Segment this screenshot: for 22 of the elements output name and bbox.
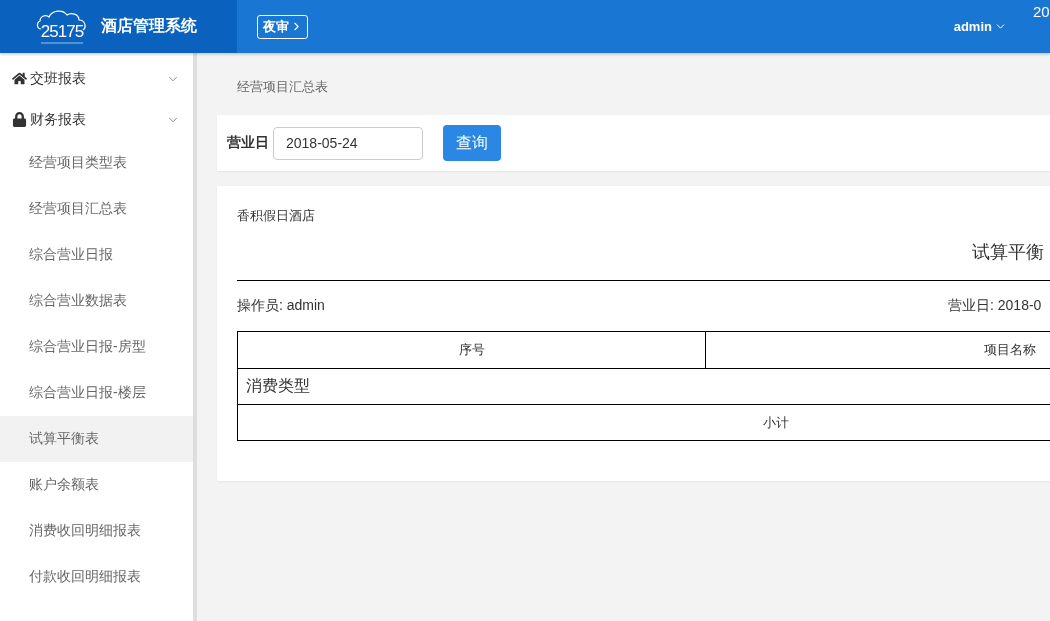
operator-text: 操作员: admin	[237, 297, 325, 315]
logo: 25175	[35, 8, 89, 45]
lock-icon	[12, 112, 27, 127]
date-field[interactable]: 2018-05-24	[273, 126, 423, 160]
business-date-text: 营业日: 2018-0	[948, 297, 1042, 315]
column-header: 项目名称	[705, 331, 1050, 369]
group-row-cell: 消费类型	[237, 368, 1050, 405]
column-header: 序号	[237, 331, 706, 369]
header-text: 20	[1033, 3, 1050, 20]
report-title: 试算平衡	[972, 242, 1044, 262]
subtotal-cell: 小计	[237, 404, 1050, 441]
user-menu[interactable]: admin	[953, 19, 1007, 34]
app-title: 酒店管理系统	[101, 16, 197, 36]
query-button[interactable]: 查询	[443, 125, 501, 161]
hotel-name: 香积假日酒店	[237, 208, 315, 224]
menu-group[interactable]: 财务报表	[0, 99, 193, 140]
date-label: 营业日	[227, 134, 269, 152]
menu-group[interactable]: 交班报表	[0, 58, 193, 99]
home-icon	[12, 71, 27, 86]
breadcrumb: 经营项目汇总表	[237, 79, 328, 95]
menu-item[interactable]: 试算平衡表	[0, 416, 193, 462]
night-audit-button[interactable]: 夜审	[257, 14, 308, 39]
